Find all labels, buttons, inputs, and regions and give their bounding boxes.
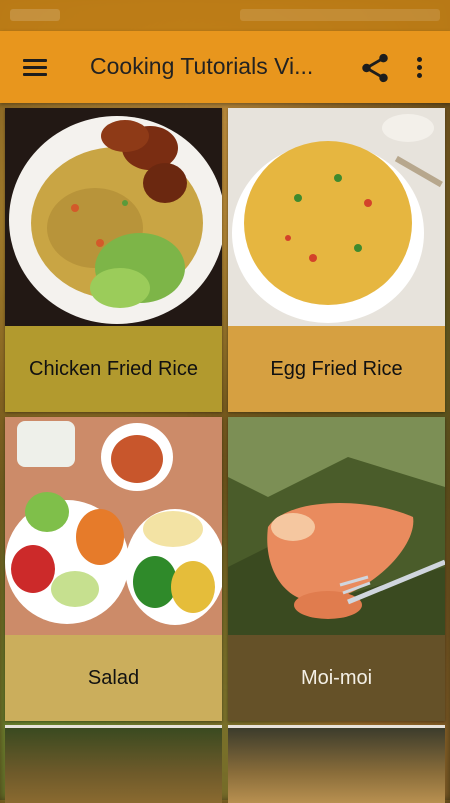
recipe-photo	[5, 417, 222, 635]
recipe-photo	[5, 108, 222, 326]
status-icons-right	[240, 9, 440, 21]
recipe-card-moi-moi[interactable]: Moi-moi	[228, 417, 445, 721]
partial-card[interactable]	[228, 725, 445, 803]
recipe-card-salad[interactable]: Salad	[5, 417, 222, 721]
app-title: Cooking Tutorials Vi...	[90, 53, 314, 79]
recipe-photo	[228, 108, 445, 326]
share-icon[interactable]	[358, 51, 392, 85]
recipe-caption: Egg Fried Rice	[228, 326, 445, 412]
partial-card[interactable]	[5, 725, 222, 803]
recipe-caption: Chicken Fried Rice	[5, 326, 222, 412]
recipe-card-egg-fried-rice[interactable]: Egg Fried Rice	[228, 108, 445, 412]
recipe-caption: Salad	[5, 635, 222, 721]
status-bar	[0, 0, 450, 31]
next-row-partial	[0, 725, 450, 803]
recipe-caption: Moi-moi	[228, 635, 445, 721]
hamburger-menu-icon[interactable]	[16, 49, 54, 85]
recipe-photo	[228, 417, 445, 635]
status-icons-left	[10, 9, 60, 21]
app-bar: Cooking Tutorials Vi...	[0, 31, 450, 103]
recipe-card-chicken-fried-rice[interactable]: Chicken Fried Rice	[5, 108, 222, 412]
more-vert-icon[interactable]	[406, 51, 434, 85]
